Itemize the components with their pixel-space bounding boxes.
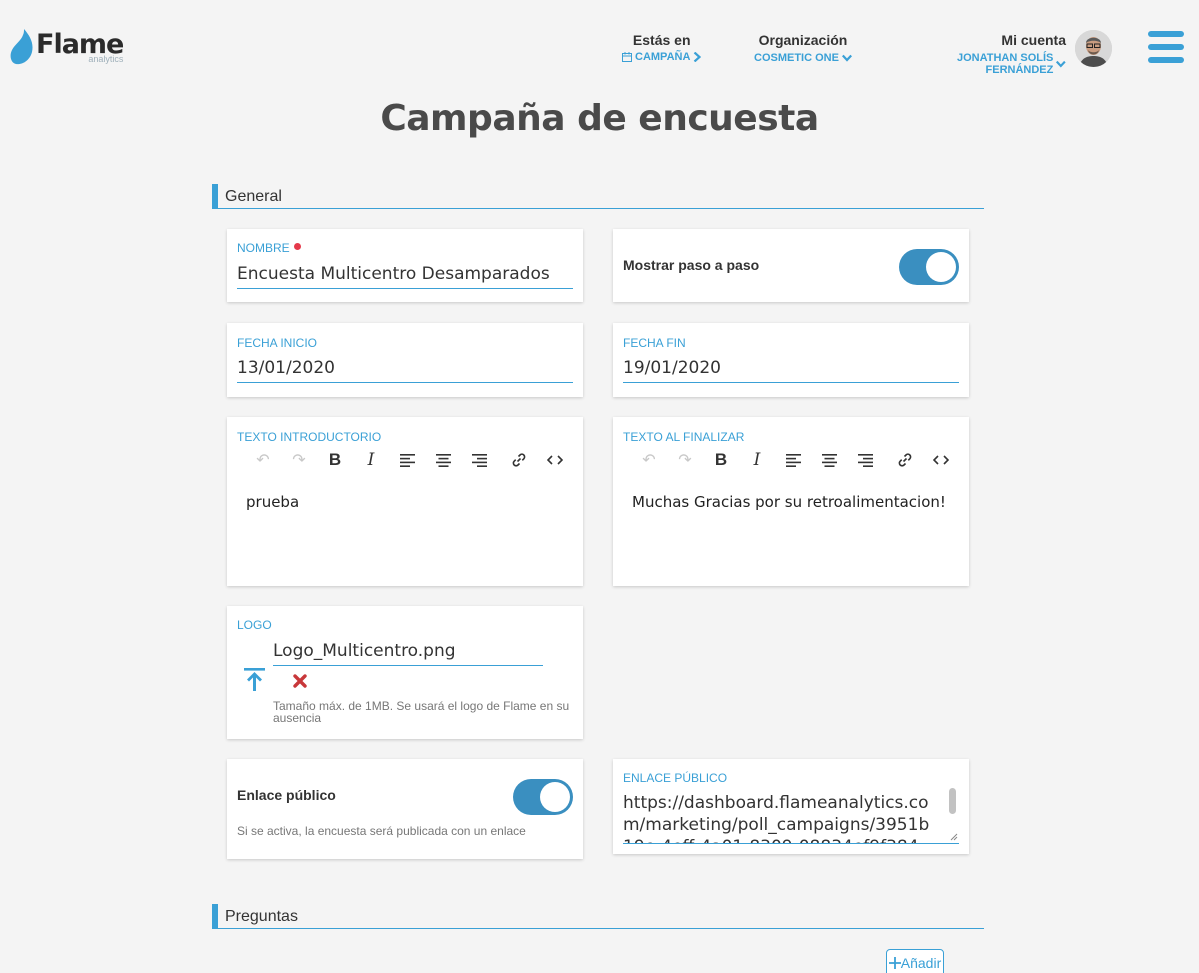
user-avatar-icon xyxy=(1075,30,1112,67)
section-general-title: General xyxy=(225,188,282,205)
texto-intro-editor[interactable]: prueba xyxy=(246,493,563,512)
section-general-header: General xyxy=(212,184,984,209)
card-nombre: NOMBRE xyxy=(227,229,583,302)
breadcrumb-label: Estás en xyxy=(632,32,691,48)
link-icon[interactable] xyxy=(501,450,537,470)
section-preguntas-header: Preguntas xyxy=(212,904,984,929)
resize-handle-icon[interactable] xyxy=(948,831,958,841)
align-right-icon[interactable] xyxy=(461,450,497,470)
align-center-icon[interactable] xyxy=(425,450,461,470)
chevron-right-icon xyxy=(694,52,702,62)
organization-value: COSMETIC ONE xyxy=(754,52,839,64)
editor-toolbar: ↶ ↷ B I xyxy=(245,450,573,470)
fecha-inicio-label: FECHA INICIO xyxy=(237,336,318,350)
fecha-inicio-input[interactable] xyxy=(237,355,573,383)
flame-logo[interactable]: Flame analytics xyxy=(10,28,124,66)
code-icon[interactable] xyxy=(537,450,573,470)
card-texto-finalizar: TEXTO AL FINALIZAR ↶ ↷ B I Muchas Gracia… xyxy=(613,417,969,586)
texto-final-editor[interactable]: Muchas Gracias por su retroalimentacion! xyxy=(632,493,949,512)
menu-hamburger-button[interactable] xyxy=(1148,31,1184,63)
card-fecha-inicio: FECHA INICIO xyxy=(227,323,583,397)
editor-toolbar: ↶ ↷ B I xyxy=(631,450,959,470)
link-icon[interactable] xyxy=(887,450,923,470)
align-center-icon[interactable] xyxy=(811,450,847,470)
card-enlace-publico-toggle: Enlace público Si se activa, la encuesta… xyxy=(227,759,583,859)
logo-filename-input[interactable] xyxy=(273,638,543,666)
align-right-icon[interactable] xyxy=(847,450,883,470)
texto-final-label: TEXTO AL FINALIZAR xyxy=(623,430,745,444)
add-question-button[interactable]: Añadir xyxy=(886,949,944,973)
section-preguntas-title: Preguntas xyxy=(225,908,298,925)
nombre-label: NOMBRE xyxy=(237,241,290,255)
flame-icon xyxy=(10,29,33,65)
bold-icon[interactable]: B xyxy=(703,450,739,470)
align-left-icon[interactable] xyxy=(389,450,425,470)
nombre-input[interactable] xyxy=(237,261,573,289)
organization-label: Organización xyxy=(758,32,848,48)
card-paso-a-paso: Mostrar paso a paso xyxy=(613,229,969,302)
account-menu[interactable]: Mi cuenta JONATHAN SOLÍS FERNÁNDEZ xyxy=(892,32,1066,76)
add-question-label: Añadir xyxy=(900,955,942,971)
undo-icon[interactable]: ↶ xyxy=(631,450,667,470)
enlace-publico-toggle[interactable] xyxy=(513,779,573,815)
texto-intro-label: TEXTO INTRODUCTORIO xyxy=(237,430,382,444)
undo-icon[interactable]: ↶ xyxy=(245,450,281,470)
redo-icon[interactable]: ↷ xyxy=(281,450,317,470)
chevron-down-icon xyxy=(1056,60,1066,68)
fecha-fin-input[interactable] xyxy=(623,355,959,383)
upload-icon[interactable] xyxy=(244,668,265,691)
remove-icon[interactable] xyxy=(293,674,307,688)
logo-helper-text: Tamaño máx. de 1MB. Se usará el logo de … xyxy=(273,699,570,725)
breadcrumb-value: CAMPAÑA xyxy=(635,51,691,63)
enlace-publico-toggle-label: Enlace público xyxy=(237,787,336,803)
required-indicator xyxy=(293,243,301,250)
code-icon[interactable] xyxy=(923,450,959,470)
bold-icon[interactable]: B xyxy=(317,450,353,470)
breadcrumb-current[interactable]: CAMPAÑA xyxy=(622,51,702,63)
fecha-fin-label: FECHA FIN xyxy=(623,336,686,350)
card-fecha-fin: FECHA FIN xyxy=(613,323,969,397)
enlace-publico-label: ENLACE PÚBLICO xyxy=(623,771,728,785)
page-title: Campaña de encuesta xyxy=(380,98,819,139)
card-logo: LOGO Tamaño máx. de 1MB. Se usará el log… xyxy=(227,606,583,739)
paso-a-paso-toggle[interactable] xyxy=(899,249,959,285)
enlace-publico-textarea[interactable]: https://dashboard.flameanalytics.com/mar… xyxy=(623,792,959,844)
organization-selector[interactable]: Organización COSMETIC ONE xyxy=(754,32,852,66)
italic-icon[interactable]: I xyxy=(739,450,775,470)
plus-icon xyxy=(888,957,901,969)
align-left-icon[interactable] xyxy=(775,450,811,470)
account-label: Mi cuenta xyxy=(1001,32,1066,48)
account-user-name: JONATHAN SOLÍS FERNÁNDEZ xyxy=(957,52,1054,76)
logo-label: LOGO xyxy=(237,618,272,632)
chevron-down-icon xyxy=(841,54,852,62)
paso-a-paso-label: Mostrar paso a paso xyxy=(623,257,760,273)
redo-icon[interactable]: ↷ xyxy=(667,450,703,470)
card-texto-introductorio: TEXTO INTRODUCTORIO ↶ ↷ B I prueba xyxy=(227,417,583,586)
enlace-publico-helper-text: Si se activa, la encuesta será publicada… xyxy=(237,824,526,838)
card-enlace-publico: ENLACE PÚBLICO https://dashboard.flamean… xyxy=(613,759,969,854)
calendar-icon xyxy=(622,52,632,62)
avatar[interactable] xyxy=(1075,30,1112,67)
italic-icon[interactable]: I xyxy=(353,450,389,470)
breadcrumb: Estás en CAMPAÑA xyxy=(622,32,702,67)
